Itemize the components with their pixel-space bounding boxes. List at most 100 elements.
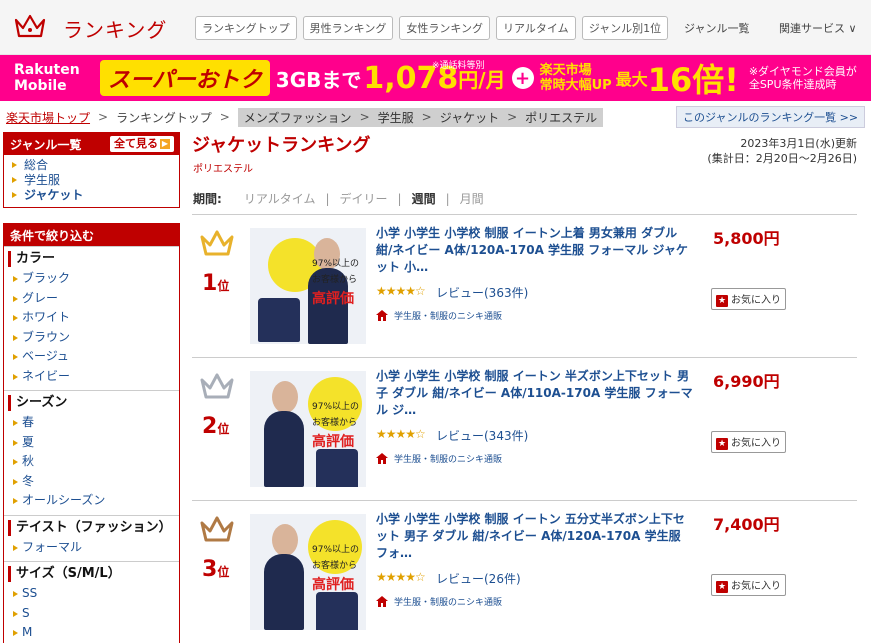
breadcrumb-separator: > — [421, 110, 432, 124]
banner-max: 最大 — [615, 70, 648, 89]
ranking-item: 3位 97%以上の お客様から 高評価 小学 小学生 小学校 制服 イートン 五… — [192, 501, 857, 643]
shop-name: 学生服・制服のニシキ通販 — [394, 455, 503, 465]
product-title-link[interactable]: 小学 小学生 小学校 制服 イートン上着 男女兼用 ダブル 紺/ネイビー A体/… — [376, 225, 696, 276]
breadcrumb-separator: > — [219, 110, 230, 124]
favorite-button[interactable]: ★ お気に入り — [711, 431, 786, 453]
shop-name: 学生服・制服のニシキ通販 — [394, 598, 503, 608]
rank-number: 2位 — [202, 414, 229, 439]
shop-link[interactable]: 学生服・制服のニシキ通販 — [376, 595, 502, 608]
favorite-button[interactable]: ★ お気に入り — [711, 288, 786, 310]
period-separator: | — [445, 191, 450, 206]
product-price: 7,400円 — [713, 515, 780, 534]
genre-item-school-uniform[interactable]: 学生服 — [12, 173, 173, 188]
promo-banner[interactable]: Rakuten Mobile スーパーおトク 3GBまで 1,078 円/月 +… — [0, 55, 871, 101]
thumb-text-3: 高評価 — [312, 434, 354, 450]
rank-value: 3 — [202, 557, 218, 582]
jacket-figure — [258, 298, 300, 342]
filter-item-formal[interactable]: フォーマル — [8, 538, 175, 558]
filter-item-brown[interactable]: ブラウン — [8, 328, 175, 348]
period-weekly[interactable]: 週間 — [412, 190, 436, 207]
genre-item-all[interactable]: 総合 — [12, 158, 173, 173]
product-image[interactable]: 97%以上の お客様から 高評価 — [250, 514, 366, 630]
product-title-link[interactable]: 小学 小学生 小学校 制服 イートン 五分丈半ズボン上下セット 男子 ダブル 紺… — [376, 511, 696, 562]
rank-value: 1 — [202, 271, 218, 296]
rank-suffix: 位 — [217, 422, 230, 436]
filter-section-color: カラー ブラック グレー ホワイト ブラウン ベージュ ネイビー — [4, 246, 179, 390]
filter-item-all-season[interactable]: オールシーズン — [8, 491, 175, 511]
genre-list-link[interactable]: ジャンル一覧 — [684, 20, 749, 36]
filter-item-beige[interactable]: ベージュ — [8, 347, 175, 367]
filter-item-m[interactable]: M — [8, 623, 175, 643]
breadcrumb-genre-path: メンズファッション > 学生服 > ジャケット > ポリエステル — [237, 107, 604, 127]
banner-ichiba-line2: 常時大幅UP — [539, 78, 612, 93]
product-image[interactable]: 97%以上の お客様から 高評価 — [250, 371, 366, 487]
site-title[interactable]: ランキング — [63, 14, 167, 43]
update-date-line1: 2023年3月1日(水)更新 — [740, 137, 857, 150]
banner-brand-line1: Rakuten — [14, 62, 80, 78]
header-tabs: ランキングトップ 男性ランキング 女性ランキング リアルタイム ジャンル別1位 — [195, 16, 669, 40]
tab-women-ranking[interactable]: 女性ランキング — [399, 16, 491, 40]
ranking-item: 2位 97%以上の お客様から 高評価 小学 小学生 小学校 制服 イートン 半… — [192, 358, 857, 501]
period-daily[interactable]: デイリー — [340, 190, 388, 207]
arrow-right-icon: ▶ — [160, 139, 170, 149]
see-all-button[interactable]: 全て見る ▶ — [110, 136, 174, 152]
site-header: ランキング ランキングトップ 男性ランキング 女性ランキング リアルタイム ジャ… — [0, 0, 871, 55]
banner-brand-line2: Mobile — [14, 78, 67, 94]
review-count-link[interactable]: レビュー(363件) — [436, 284, 528, 301]
filter-item-spring[interactable]: 春 — [8, 413, 175, 433]
filter-section-taste: テイスト（ファッション） フォーマル — [4, 514, 179, 562]
breadcrumb-school-uniform[interactable]: 学生服 — [378, 109, 414, 126]
related-services-link[interactable]: 関連サービス ∨ — [779, 20, 857, 36]
period-realtime[interactable]: リアルタイム — [244, 190, 316, 207]
filter-item-s[interactable]: S — [8, 604, 175, 624]
breadcrumb-home[interactable]: 楽天市場トップ — [6, 109, 90, 126]
breadcrumb-jacket[interactable]: ジャケット — [440, 109, 499, 126]
breadcrumb-separator: > — [359, 110, 370, 124]
tab-realtime[interactable]: リアルタイム — [496, 16, 576, 40]
product-image[interactable]: 97%以上の お客様から 高評価 — [250, 228, 366, 344]
genre-ranking-list-link[interactable]: このジャンルのランキング一覧 >> — [676, 106, 866, 128]
sidebar: ジャンル一覧 全て見る ▶ 総合 学生服 ジャケット 条件で絞り込む カラー ブラ… — [3, 132, 180, 643]
tab-genre-first[interactable]: ジャンル別1位 — [581, 16, 669, 40]
period-separator: | — [325, 191, 330, 206]
filter-item-navy[interactable]: ネイビー — [8, 367, 175, 387]
update-date-line2: (集計日：2月20日〜2月26日) — [707, 152, 857, 165]
thumb-text-2: お客様から — [312, 561, 358, 571]
filter-item-winter[interactable]: 冬 — [8, 472, 175, 492]
thumb-text-1: 97%以上の — [312, 259, 360, 269]
breadcrumb: 楽天市場トップ > ランキングトップ > メンズファッション > 学生服 > ジ… — [6, 107, 604, 127]
filter-item-black[interactable]: ブラック — [8, 269, 175, 289]
tab-ranking-top[interactable]: ランキングトップ — [195, 16, 297, 40]
favorite-label: お気に入り — [731, 438, 781, 449]
crown-logo-icon[interactable] — [14, 12, 46, 40]
rank-suffix: 位 — [217, 279, 230, 293]
filter-heading: 条件で絞り込む — [4, 224, 179, 246]
see-all-label: 全て見る — [114, 137, 158, 150]
favorite-button[interactable]: ★ お気に入り — [711, 574, 786, 596]
filter-item-summer[interactable]: 夏 — [8, 433, 175, 453]
product-title-link[interactable]: 小学 小学生 小学校 制服 イートン 半ズボン上下セット 男子 ダブル 紺/ネイ… — [376, 368, 696, 419]
breadcrumb-mens-fashion[interactable]: メンズファッション — [244, 109, 352, 126]
star-icon: ★ — [716, 581, 728, 593]
filter-title: カラー — [8, 251, 175, 267]
shop-link[interactable]: 学生服・制服のニシキ通販 — [376, 452, 502, 465]
filter-item-autumn[interactable]: 秋 — [8, 452, 175, 472]
shop-home-icon — [376, 310, 388, 321]
filter-item-white[interactable]: ホワイト — [8, 308, 175, 328]
review-count-link[interactable]: レビュー(26件) — [436, 570, 521, 587]
tab-men-ranking[interactable]: 男性ランキング — [302, 16, 394, 40]
review-count-link[interactable]: レビュー(343件) — [436, 427, 528, 444]
filter-item-gray[interactable]: グレー — [8, 289, 175, 309]
shop-link[interactable]: 学生服・制服のニシキ通販 — [376, 309, 502, 322]
banner-multiplier: 16倍! — [647, 61, 739, 99]
thumb-text-2: お客様から — [312, 275, 358, 285]
filter-box: 条件で絞り込む カラー ブラック グレー ホワイト ブラウン ベージュ ネイビー… — [3, 223, 180, 643]
genre-item-jacket[interactable]: ジャケット — [12, 188, 173, 203]
filter-title: シーズン — [8, 395, 175, 411]
breadcrumb-ranking-top[interactable]: ランキングトップ — [116, 109, 212, 126]
rating-stars: ★★★★☆ — [376, 284, 426, 298]
filter-item-ss[interactable]: SS — [8, 584, 175, 604]
banner-ichiba: 楽天市場 常時大幅UP — [540, 63, 612, 93]
page-title: ジャケットランキング — [192, 135, 371, 156]
genre-heading-label: ジャンル一覧 — [10, 138, 82, 152]
